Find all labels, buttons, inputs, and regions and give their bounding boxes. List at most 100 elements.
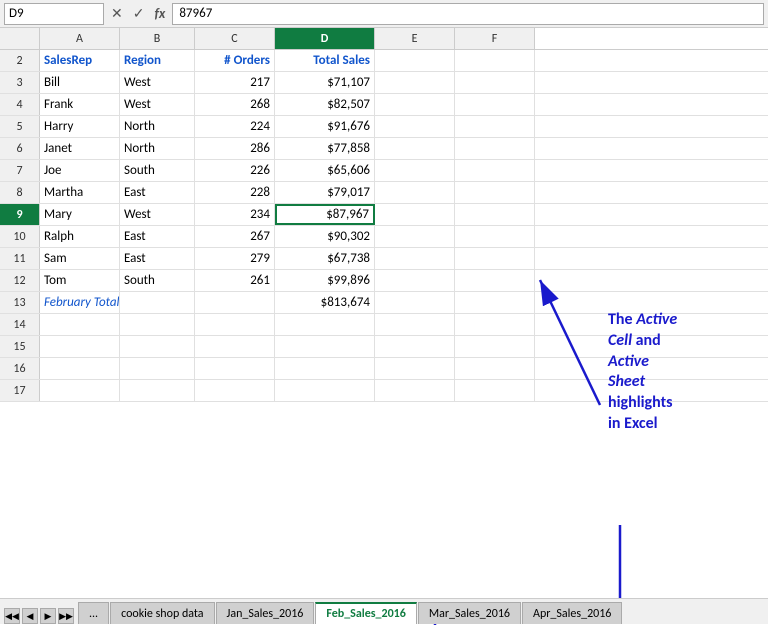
row-num-10[interactable]: 10 xyxy=(0,226,40,247)
cell-E10[interactable] xyxy=(375,226,455,247)
row-num-7[interactable]: 7 xyxy=(0,160,40,181)
cell-D7[interactable]: $65,606 xyxy=(275,160,375,181)
cell-D2[interactable]: Total Sales xyxy=(275,50,375,71)
cell-F11[interactable] xyxy=(455,248,535,269)
tab-nav-first[interactable]: ◀◀ xyxy=(4,608,20,624)
cell-A10[interactable]: Ralph xyxy=(40,226,120,247)
row-num-5[interactable]: 5 xyxy=(0,116,40,137)
cell-B11[interactable]: East xyxy=(120,248,195,269)
cell-D3[interactable]: $71,107 xyxy=(275,72,375,93)
cell-F10[interactable] xyxy=(455,226,535,247)
tab-jan-sales-2016[interactable]: Jan_Sales_2016 xyxy=(216,602,315,624)
row-num-14[interactable]: 14 xyxy=(0,314,40,335)
cell-F13[interactable] xyxy=(455,292,535,313)
row-num-17[interactable]: 17 xyxy=(0,380,40,401)
cell-E7[interactable] xyxy=(375,160,455,181)
cell-E12[interactable] xyxy=(375,270,455,291)
cell-C13[interactable] xyxy=(195,292,275,313)
cell-B16[interactable] xyxy=(120,358,195,379)
cell-D5[interactable]: $91,676 xyxy=(275,116,375,137)
cell-D17[interactable] xyxy=(275,380,375,401)
cell-D6[interactable]: $77,858 xyxy=(275,138,375,159)
cell-A12[interactable]: Tom xyxy=(40,270,120,291)
row-num-3[interactable]: 3 xyxy=(0,72,40,93)
cell-A11[interactable]: Sam xyxy=(40,248,120,269)
tab-feb-sales-2016[interactable]: Feb_Sales_2016 xyxy=(315,602,416,624)
cell-F14[interactable] xyxy=(455,314,535,335)
cell-E15[interactable] xyxy=(375,336,455,357)
cell-E8[interactable] xyxy=(375,182,455,203)
cell-E9[interactable] xyxy=(375,204,455,225)
cell-D13[interactable]: $813,674 xyxy=(275,292,375,313)
cell-D9[interactable]: $87,967 xyxy=(275,204,375,225)
cell-B4[interactable]: West xyxy=(120,94,195,115)
name-box[interactable]: D9 xyxy=(4,3,104,25)
cell-C6[interactable]: 286 xyxy=(195,138,275,159)
row-num-15[interactable]: 15 xyxy=(0,336,40,357)
row-num-13[interactable]: 13 xyxy=(0,292,40,313)
cell-E11[interactable] xyxy=(375,248,455,269)
cell-B6[interactable]: North xyxy=(120,138,195,159)
row-num-2[interactable]: 2 xyxy=(0,50,40,71)
cell-F8[interactable] xyxy=(455,182,535,203)
cell-C10[interactable]: 267 xyxy=(195,226,275,247)
cell-B9[interactable]: West xyxy=(120,204,195,225)
cell-E2[interactable] xyxy=(375,50,455,71)
cell-E17[interactable] xyxy=(375,380,455,401)
cell-B3[interactable]: West xyxy=(120,72,195,93)
cell-D8[interactable]: $79,017 xyxy=(275,182,375,203)
cell-F2[interactable] xyxy=(455,50,535,71)
cell-C16[interactable] xyxy=(195,358,275,379)
tab-apr-sales-2016[interactable]: Apr_Sales_2016 xyxy=(522,602,622,624)
cell-B13[interactable] xyxy=(120,292,195,313)
cell-F5[interactable] xyxy=(455,116,535,137)
cell-F17[interactable] xyxy=(455,380,535,401)
cell-C4[interactable]: 268 xyxy=(195,94,275,115)
cell-C15[interactable] xyxy=(195,336,275,357)
col-header-F[interactable]: F xyxy=(455,28,535,49)
cell-D14[interactable] xyxy=(275,314,375,335)
formula-input[interactable]: 87967 xyxy=(172,3,764,25)
cell-E5[interactable] xyxy=(375,116,455,137)
row-num-4[interactable]: 4 xyxy=(0,94,40,115)
cell-B15[interactable] xyxy=(120,336,195,357)
row-num-8[interactable]: 8 xyxy=(0,182,40,203)
cell-E13[interactable] xyxy=(375,292,455,313)
row-num-6[interactable]: 6 xyxy=(0,138,40,159)
cell-E3[interactable] xyxy=(375,72,455,93)
cell-F12[interactable] xyxy=(455,270,535,291)
cell-A16[interactable] xyxy=(40,358,120,379)
tab-ellipsis[interactable]: ... xyxy=(78,602,109,624)
cell-C17[interactable] xyxy=(195,380,275,401)
cell-A5[interactable]: Harry xyxy=(40,116,120,137)
cell-F9[interactable] xyxy=(455,204,535,225)
cell-C12[interactable]: 261 xyxy=(195,270,275,291)
cell-F3[interactable] xyxy=(455,72,535,93)
col-header-E[interactable]: E xyxy=(375,28,455,49)
cell-A4[interactable]: Frank xyxy=(40,94,120,115)
cell-D12[interactable]: $99,896 xyxy=(275,270,375,291)
cell-F7[interactable] xyxy=(455,160,535,181)
cancel-icon[interactable]: ✕ xyxy=(108,5,126,22)
cell-B8[interactable]: East xyxy=(120,182,195,203)
col-header-B[interactable]: B xyxy=(120,28,195,49)
row-num-11[interactable]: 11 xyxy=(0,248,40,269)
tab-mar-sales-2016[interactable]: Mar_Sales_2016 xyxy=(418,602,521,624)
cell-C2[interactable]: # Orders xyxy=(195,50,275,71)
cell-A6[interactable]: Janet xyxy=(40,138,120,159)
cell-B5[interactable]: North xyxy=(120,116,195,137)
cell-C7[interactable]: 226 xyxy=(195,160,275,181)
cell-D15[interactable] xyxy=(275,336,375,357)
cell-C3[interactable]: 217 xyxy=(195,72,275,93)
cell-D10[interactable]: $90,302 xyxy=(275,226,375,247)
cell-C8[interactable]: 228 xyxy=(195,182,275,203)
cell-C9[interactable]: 234 xyxy=(195,204,275,225)
cell-A14[interactable] xyxy=(40,314,120,335)
tab-cookie-shop-data[interactable]: cookie shop data xyxy=(110,602,214,624)
cell-C14[interactable] xyxy=(195,314,275,335)
tab-nav-last[interactable]: ▶▶ xyxy=(58,608,74,624)
cell-D4[interactable]: $82,507 xyxy=(275,94,375,115)
col-header-D[interactable]: D xyxy=(275,28,375,49)
cell-A3[interactable]: Bill xyxy=(40,72,120,93)
confirm-icon[interactable]: ✓ xyxy=(130,5,148,22)
